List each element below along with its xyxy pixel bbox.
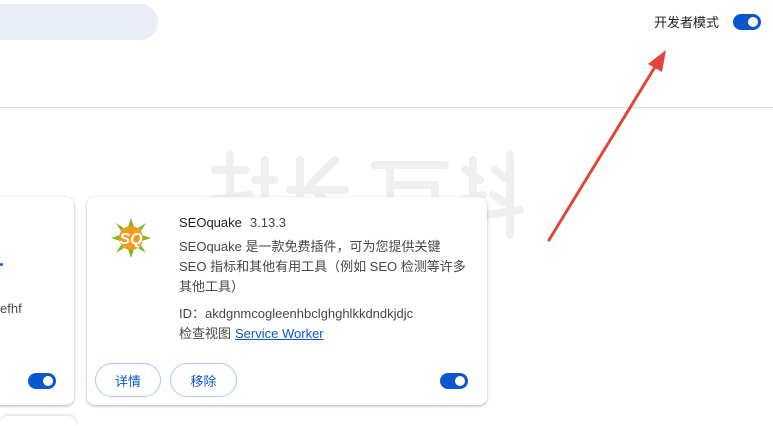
remove-button[interactable]: 移除 xyxy=(170,363,237,397)
card-indicator xyxy=(0,263,3,266)
inspect-views-label: 检查视图 xyxy=(179,326,232,341)
service-worker-link[interactable]: Service Worker xyxy=(235,326,324,341)
developer-mode-toggle[interactable] xyxy=(733,13,761,30)
extension-enable-toggle[interactable] xyxy=(28,373,56,389)
developer-mode: 开发者模式 xyxy=(654,12,761,31)
details-button[interactable]: 详情 xyxy=(95,363,161,397)
extension-enable-toggle[interactable] xyxy=(440,373,468,389)
toggle-knob xyxy=(748,16,758,27)
next-card-edge xyxy=(0,416,76,426)
extension-card-partial: efhf xyxy=(0,197,74,405)
extension-id: ID：akdgnmcogleenhbclghghlkkdndkjdjc xyxy=(179,306,414,321)
developer-mode-label: 开发者模式 xyxy=(653,15,719,30)
logo-text: SQ xyxy=(119,231,143,248)
search-bar[interactable] xyxy=(0,4,158,40)
extension-id-fragment: efhf xyxy=(0,301,22,316)
seoquake-logo-icon: SQ xyxy=(111,218,151,258)
inspect-views: 检查视图 Service Worker xyxy=(179,323,324,342)
toggle-knob xyxy=(455,376,465,386)
extension-title: SEOquake 3.13.3 xyxy=(179,215,286,230)
extension-version: 3.13.3 xyxy=(249,215,287,230)
header-divider xyxy=(0,107,773,108)
extension-name: SEOquake xyxy=(179,215,242,230)
toggle-knob xyxy=(43,376,53,386)
extension-card-seoquake: SQ SEOquake 3.13.3 SEOquake 是一款免费插件，可为您提供… xyxy=(87,197,487,405)
extension-description: SEOquake 是一款免费插件，可为您提供关键 SEO 指标和其他有用工具（例… xyxy=(179,239,466,294)
